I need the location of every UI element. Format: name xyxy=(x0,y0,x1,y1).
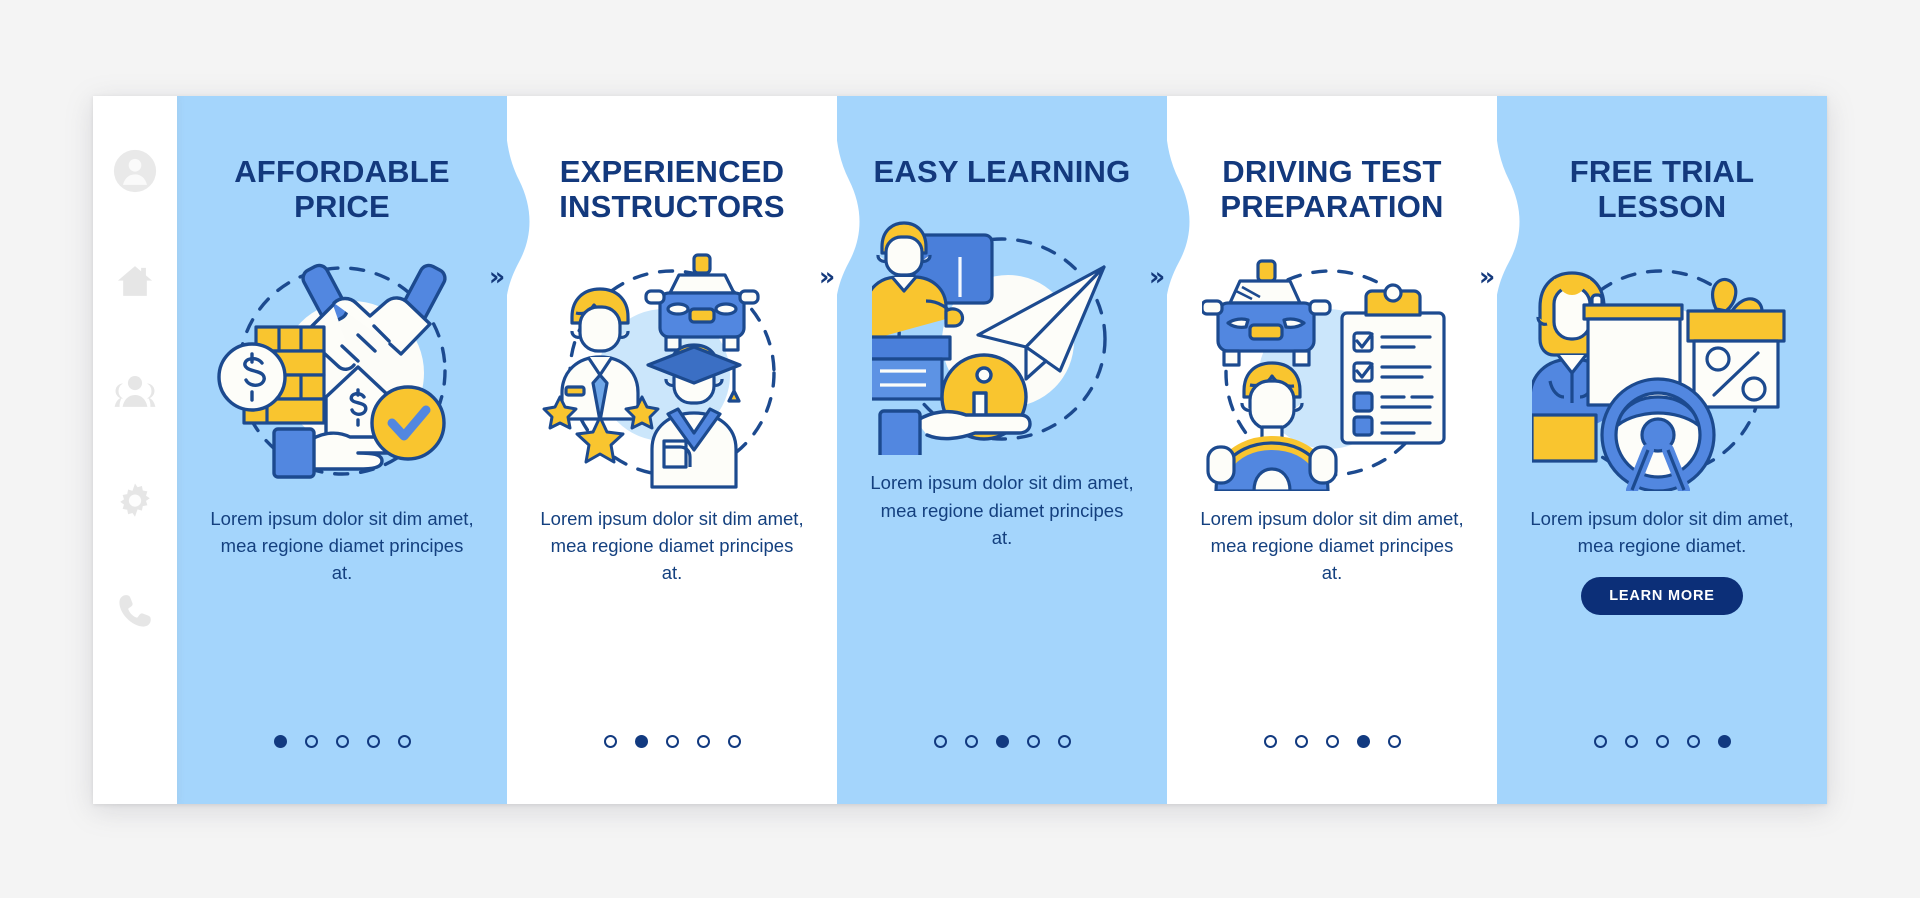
step-dot[interactable] xyxy=(665,735,679,748)
step-indicator-1 xyxy=(177,735,507,748)
panel-title: AFFORDABLE PRICE xyxy=(234,154,450,225)
divider-chevron-2: » xyxy=(819,262,835,291)
step-dot[interactable] xyxy=(1026,735,1040,748)
step-dot[interactable] xyxy=(273,735,287,748)
panel-easy-learning[interactable]: EASY LEARNING Lorem ipsum dolor sit dim … xyxy=(837,96,1167,804)
panel-description: Lorem ipsum dolor sit dim amet, mea regi… xyxy=(1530,507,1794,557)
teacher-gift-steeringwheel-illustration xyxy=(1532,251,1792,491)
sidebar xyxy=(93,96,177,804)
panel-strip: AFFORDABLE PRICE Lorem ipsum dolor sit d… xyxy=(177,96,1827,804)
step-dot[interactable] xyxy=(964,735,978,748)
step-dot[interactable] xyxy=(1263,735,1277,748)
panel-free-trial-lesson[interactable]: FREE TRIAL LESSON Lorem ipsum dolor sit … xyxy=(1497,96,1827,804)
step-dot[interactable] xyxy=(727,735,741,748)
panel-title: EXPERIENCED INSTRUCTORS xyxy=(559,154,785,225)
car-driver-checklist-illustration xyxy=(1202,251,1462,491)
phone-icon xyxy=(115,591,155,631)
step-dot[interactable] xyxy=(397,735,411,748)
panel-description: Lorem ipsum dolor sit dim amet, mea regi… xyxy=(870,472,1134,549)
step-dot[interactable] xyxy=(1356,735,1370,748)
step-dot[interactable] xyxy=(995,735,1009,748)
step-dot[interactable] xyxy=(304,735,318,748)
panel-experienced-instructors[interactable]: EXPERIENCED INSTRUCTORS Lorem ipsum dolo… xyxy=(507,96,837,804)
divider-chevron-1: » xyxy=(489,262,505,291)
gear-icon xyxy=(114,480,156,522)
step-dot[interactable] xyxy=(603,735,617,748)
step-dot[interactable] xyxy=(1057,735,1071,748)
panel-driving-test-preparation[interactable]: DRIVING TEST PREPARATION Lorem ipsum dol… xyxy=(1167,96,1497,804)
panel-description: Lorem ipsum dolor sit dim amet, mea regi… xyxy=(540,507,804,584)
step-dot[interactable] xyxy=(1624,735,1638,748)
step-indicator-3 xyxy=(837,735,1167,748)
step-dot[interactable] xyxy=(1655,735,1669,748)
user-icon xyxy=(112,148,158,194)
step-dot[interactable] xyxy=(696,735,710,748)
step-dot[interactable] xyxy=(1593,735,1607,748)
learn-more-button[interactable]: LEARN MORE xyxy=(1581,577,1743,616)
step-dot[interactable] xyxy=(1325,735,1339,748)
sidebar-item-community[interactable] xyxy=(112,368,158,414)
divider-chevron-3: » xyxy=(1149,262,1165,291)
people-icon xyxy=(112,371,158,411)
step-dot[interactable] xyxy=(366,735,380,748)
teacher-paperplane-info-illustration xyxy=(872,215,1132,456)
step-indicator-5 xyxy=(1497,735,1827,748)
sidebar-item-contact[interactable] xyxy=(112,588,158,634)
step-dot[interactable] xyxy=(335,735,349,748)
step-indicator-4 xyxy=(1167,735,1497,748)
panel-title: EASY LEARNING xyxy=(873,154,1131,189)
step-dot[interactable] xyxy=(933,735,947,748)
panel-description: Lorem ipsum dolor sit dim amet, mea regi… xyxy=(1200,507,1464,584)
handshake-money-illustration xyxy=(212,251,472,491)
panel-title: DRIVING TEST PREPARATION xyxy=(1220,154,1444,225)
step-indicator-2 xyxy=(507,735,837,748)
home-icon xyxy=(114,260,156,302)
sidebar-item-profile[interactable] xyxy=(112,148,158,194)
screen: AFFORDABLE PRICE Lorem ipsum dolor sit d… xyxy=(0,0,1920,898)
panel-description: Lorem ipsum dolor sit dim amet, mea regi… xyxy=(210,507,474,584)
panel-title: FREE TRIAL LESSON xyxy=(1569,154,1755,225)
step-dot[interactable] xyxy=(1717,735,1731,748)
step-dot[interactable] xyxy=(1686,735,1700,748)
step-dot[interactable] xyxy=(1387,735,1401,748)
divider-chevron-4: » xyxy=(1479,262,1495,291)
panel-affordable-price[interactable]: AFFORDABLE PRICE Lorem ipsum dolor sit d… xyxy=(177,96,507,804)
sidebar-item-home[interactable] xyxy=(112,258,158,304)
instructor-graduate-car-illustration xyxy=(542,251,802,491)
step-dot[interactable] xyxy=(1294,735,1308,748)
step-dot[interactable] xyxy=(634,735,648,748)
sidebar-item-settings[interactable] xyxy=(112,478,158,524)
onboarding-card: AFFORDABLE PRICE Lorem ipsum dolor sit d… xyxy=(93,96,1827,804)
